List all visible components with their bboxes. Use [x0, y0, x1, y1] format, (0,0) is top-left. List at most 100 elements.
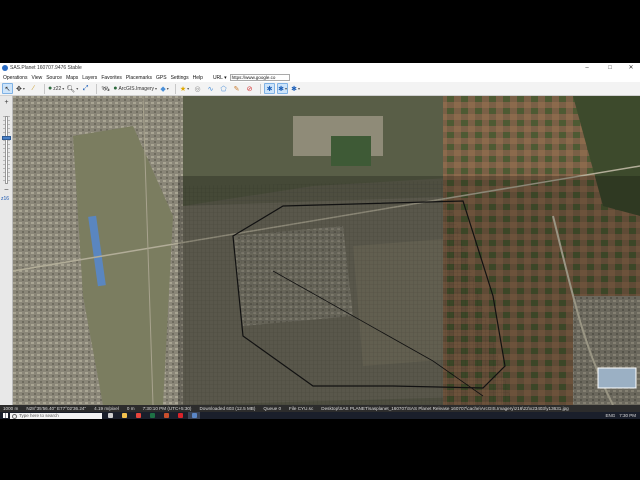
satellite-imagery [13, 96, 640, 405]
ruler-icon: ∕ [32, 85, 35, 92]
add-path-button[interactable]: ∿ [205, 83, 216, 94]
zoom-level-button[interactable]: ● z22 ▾ [48, 83, 64, 94]
menu-help[interactable]: Help [193, 75, 203, 81]
excel-icon [149, 413, 155, 418]
title-bar: SAS.Planet 160707.9476 Stable – □ ✕ [0, 63, 640, 73]
main-toolbar: ↖ ✥ ▾ ∕ ● z22 ▾ 🔍︎ ▾ ⤢ 🛰︎ ● ArcGIS.Imagery ▾ ◆… [0, 82, 640, 96]
downloaded-text: Downloaded 603 (12.5 MB) [199, 406, 256, 411]
layers-button[interactable]: ◆ ▾ [159, 83, 170, 94]
globe-icon: ● [48, 85, 53, 92]
scale-text: 1000 m [3, 406, 19, 411]
sas-planet-taskbar-button[interactable] [188, 412, 200, 419]
satellite-button[interactable]: 🛰︎ [100, 83, 111, 94]
toolbar-separator [44, 83, 45, 94]
menu-gps[interactable]: GPS [156, 75, 167, 81]
app-icon [2, 65, 8, 71]
resolution-text: 4.19 m/pixel [94, 406, 119, 411]
zoom-in-button[interactable]: + [2, 99, 11, 107]
menu-operations[interactable]: Operations [3, 75, 27, 81]
ruler-tool-button[interactable]: ∕ [28, 83, 39, 94]
globe-icon: ● [113, 85, 118, 92]
file-explorer-button[interactable] [118, 412, 130, 419]
menu-placemarks[interactable]: Placemarks [126, 75, 152, 81]
toolbar-separator [96, 83, 98, 94]
file-label: File CYU.sc [289, 406, 314, 411]
map-view[interactable] [13, 96, 640, 405]
sas-planet-window: SAS.Planet 160707.9476 Stable – □ ✕ Oper… [0, 63, 640, 419]
menu-maps[interactable]: Maps [66, 75, 78, 81]
delete-icon: ⊘ [246, 85, 253, 93]
menu-view[interactable]: View [31, 75, 42, 81]
gps-center-icon: ✱ [291, 85, 297, 93]
zoom-slider-thumb[interactable] [2, 136, 11, 141]
gps-track-icon: ✱ [278, 85, 284, 93]
menu-settings[interactable]: Settings [171, 75, 189, 81]
windows-logo-icon [2, 413, 8, 418]
zoom-icon: 🔍︎ [66, 85, 76, 93]
chrome-icon [135, 413, 141, 418]
path-icon: ∿ [207, 85, 214, 93]
time-text: 7:30:10 PM (UTC+5:30) [142, 406, 192, 411]
distance-text: 0 m [126, 406, 135, 411]
menu-bar: Operations View Source Maps Layers Favor… [0, 73, 640, 82]
layers-icon: ◆ [160, 85, 166, 93]
system-tray: ENG 7:30 PM [601, 413, 640, 418]
delete-button[interactable]: ⊘ [244, 83, 255, 94]
powerpoint-icon [163, 413, 169, 418]
zoom-out-button[interactable]: – [2, 186, 11, 194]
minimap-preview[interactable] [597, 367, 637, 389]
taskbar-search-box[interactable]: Type here to search [10, 412, 102, 419]
fullscreen-icon: ⤢ [82, 84, 89, 92]
acrobat-button[interactable] [174, 412, 186, 419]
edit-button[interactable]: ✎ [231, 83, 242, 94]
map-source-selector[interactable]: ● ArcGIS.Imagery ▾ [113, 83, 157, 94]
start-button[interactable] [0, 412, 10, 419]
add-placemark-button[interactable]: ◎ [192, 83, 203, 94]
url-menu[interactable]: URL ▾ [213, 75, 227, 81]
status-bar: 1000 m N28°35'56.40" E77°02'36.24" 4.19 … [0, 405, 640, 412]
cursor-icon: ↖ [4, 85, 11, 93]
clock-time[interactable]: 7:30 PM [619, 413, 636, 418]
maximize-button[interactable]: □ [603, 63, 617, 73]
toolbar-separator [260, 83, 262, 94]
url-input[interactable]: https://www.google.co [229, 74, 290, 81]
queue-text: Queue 0 [263, 406, 282, 411]
powerpoint-button[interactable] [160, 412, 172, 419]
windows-taskbar: Type here to search ENG 7:30 PM [0, 412, 640, 419]
acrobat-icon [177, 413, 183, 418]
task-view-button[interactable] [104, 412, 116, 419]
folder-icon [121, 413, 127, 418]
star-icon: ★ [179, 85, 187, 93]
marker-icon: ◎ [194, 85, 201, 93]
pan-tool-button[interactable]: ✥ ▾ [15, 83, 26, 94]
minimize-button[interactable]: – [580, 63, 594, 73]
satellite-icon: 🛰︎ [101, 85, 111, 93]
fullscreen-button[interactable]: ⤢ [80, 83, 91, 94]
selection-overlay [178, 176, 640, 405]
language-indicator[interactable]: ENG [605, 413, 615, 418]
excel-button[interactable] [146, 412, 158, 419]
menu-layers[interactable]: Layers [82, 75, 97, 81]
file-path-text: Desktop\SAS PLANET\sasplanet_160707\SAS … [321, 406, 569, 411]
cursor-tool-button[interactable]: ↖ [2, 83, 13, 94]
window-title: SAS.Planet 160707.9476 Stable [10, 65, 82, 71]
sas-planet-icon [191, 413, 197, 418]
gps-icon: ✱ [266, 85, 273, 93]
menu-source[interactable]: Source [46, 75, 62, 81]
task-view-icon [107, 413, 113, 418]
pencil-icon: ✎ [233, 85, 240, 93]
add-polygon-button[interactable]: ⬠ [218, 83, 229, 94]
zoom-tool-button[interactable]: 🔍︎ ▾ [66, 83, 78, 94]
gps-center-button[interactable]: ✱ ▾ [290, 83, 301, 94]
favorites-button[interactable]: ★ ▾ [179, 83, 190, 94]
chrome-button[interactable] [132, 412, 144, 419]
menu-favorites[interactable]: Favorites [101, 75, 122, 81]
close-button[interactable]: ✕ [624, 63, 638, 73]
gps-track-button[interactable]: ✱ ▾ [277, 83, 289, 94]
pan-icon: ✥ [16, 85, 22, 93]
coordinates-text: N28°35'56.40" E77°02'36.24" [26, 406, 87, 411]
polygon-icon: ⬠ [220, 85, 227, 93]
toolbar-separator [175, 83, 177, 94]
gps-button[interactable]: ✱ [264, 83, 276, 94]
zoom-track[interactable] [5, 116, 8, 184]
